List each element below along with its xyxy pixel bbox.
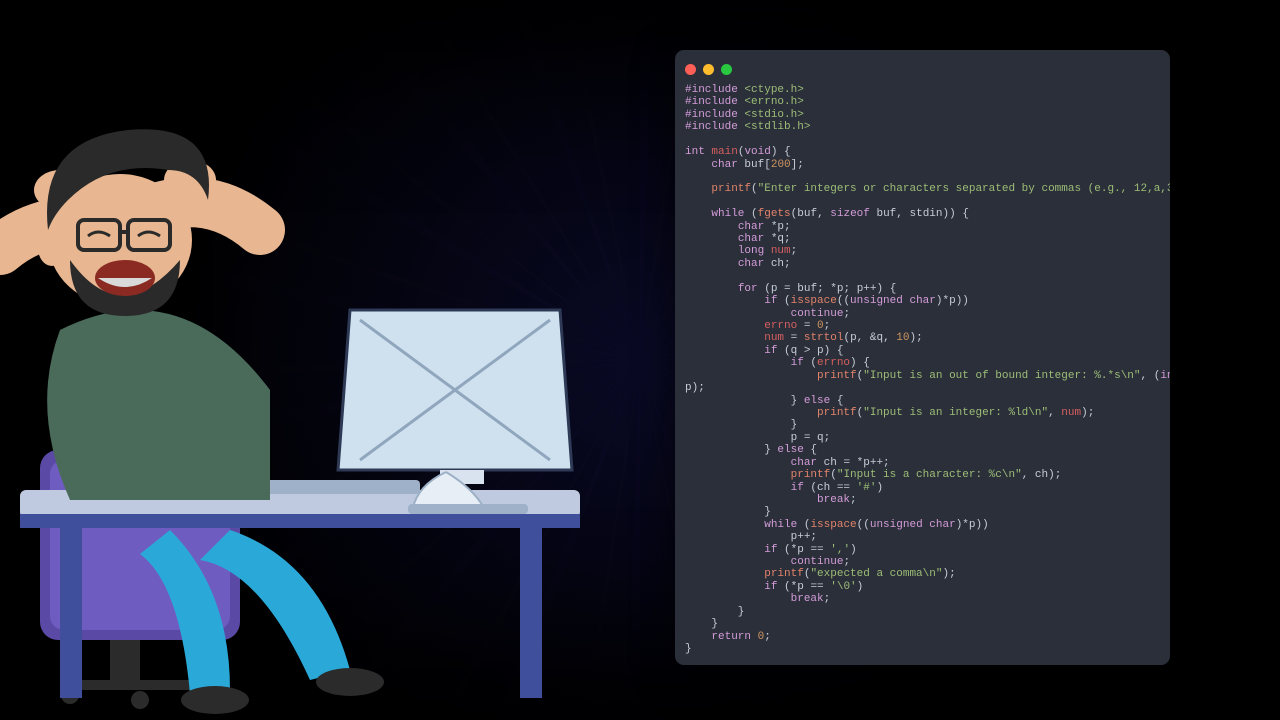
programmer-illustration [0, 120, 640, 720]
code-editor: #include <ctype.h> #include <errno.h> #i… [675, 80, 1170, 665]
window-titlebar [675, 58, 1170, 80]
zoom-icon[interactable] [721, 64, 732, 75]
code-window: #include <ctype.h> #include <errno.h> #i… [675, 50, 1170, 665]
close-icon[interactable] [685, 64, 696, 75]
minimize-icon[interactable] [703, 64, 714, 75]
